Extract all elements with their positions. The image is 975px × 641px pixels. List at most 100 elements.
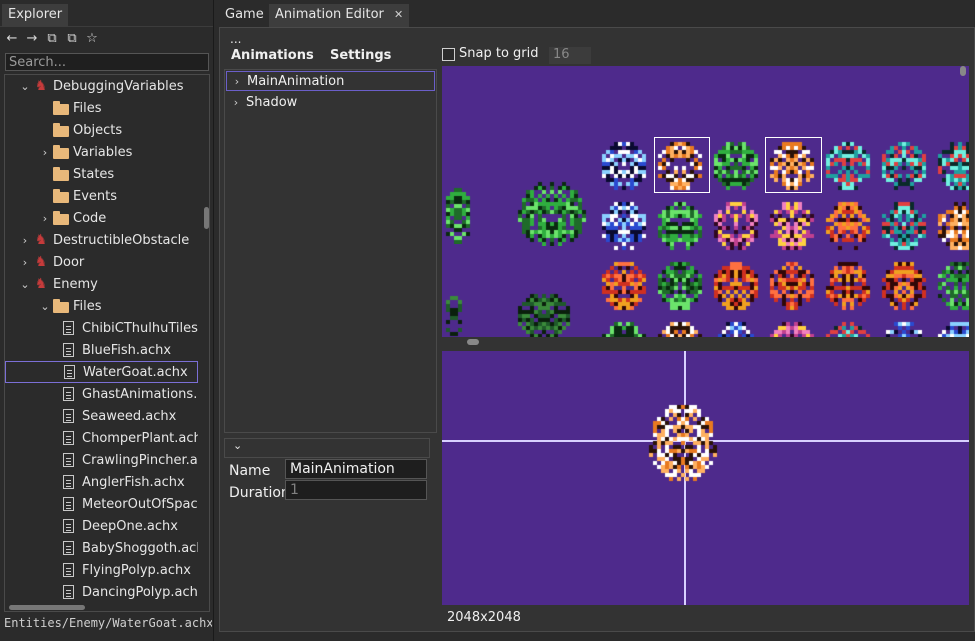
tree-item-file[interactable]: Seaweed.achx	[5, 405, 198, 427]
tree-item-folder[interactable]: ⌄ Files	[5, 295, 198, 317]
tree-item-file[interactable]: DeepOne.achx	[5, 515, 198, 537]
menu-animations[interactable]: Animations	[231, 48, 314, 63]
name-field[interactable]	[285, 459, 427, 479]
sprite-frame	[598, 198, 650, 252]
tree-item-folder[interactable]: States	[5, 163, 198, 185]
sprite-frame	[822, 198, 874, 252]
sprite-frame	[766, 318, 818, 337]
chevron-down-icon[interactable]: ⌄	[233, 439, 242, 452]
sprite-frame	[878, 318, 930, 337]
sprite-frame	[710, 318, 762, 337]
tree-item-label: Enemy	[53, 276, 98, 292]
grid-size-field[interactable]: 16	[549, 47, 591, 64]
animation-item-mainanimation[interactable]: › MainAnimation	[226, 71, 435, 91]
chevron-down-icon[interactable]: ⌄	[19, 80, 31, 93]
tree-item-file[interactable]: FlyingPolyp.achx	[5, 559, 198, 581]
chevron-right-icon[interactable]: ›	[19, 234, 31, 247]
tree-item-file[interactable]: DancingPolyp.achx	[5, 581, 198, 603]
tab-explorer[interactable]: Explorer	[2, 4, 69, 27]
sprite-frame	[878, 258, 930, 312]
chevron-right-icon[interactable]: ›	[230, 96, 242, 109]
tree-item-entity[interactable]: ⌄ ♞ Enemy	[5, 273, 198, 295]
animation-preview-view[interactable]	[442, 351, 969, 605]
properties-panel: ⌄ Name Duration	[224, 438, 430, 504]
tree-item-folder[interactable]: Objects	[5, 119, 198, 141]
tree-item-file[interactable]: CrawlingPincher.ac	[5, 449, 198, 471]
tree-item-label: WaterGoat.achx	[83, 364, 188, 380]
tree-item-file[interactable]: ChibiCThulhuTiles.p	[5, 317, 198, 339]
back-icon[interactable]: ←	[4, 30, 20, 48]
tab-animation-editor-label: Animation Editor	[275, 7, 384, 22]
properties-toggle[interactable]: ⌄	[224, 438, 430, 458]
sprite-frame	[710, 258, 762, 312]
selected-frame-outline[interactable]	[654, 137, 710, 193]
explorer-panel: Explorer ← → ⧉ ⧉ ☆ ⌄♞DebuggingVariables F…	[0, 0, 214, 641]
file-icon	[63, 321, 74, 335]
tree-item-folder[interactable]: Events	[5, 185, 198, 207]
tree-item-label: DestructibleObstacle	[53, 232, 190, 248]
sprite-creature	[514, 290, 574, 337]
sprite-sheet-view[interactable]	[442, 66, 969, 337]
chevron-right-icon[interactable]: ›	[231, 75, 243, 88]
tree-item-file[interactable]: WaterGoat.achx	[5, 361, 198, 383]
entity-icon: ♞	[34, 254, 48, 270]
chevron-right-icon[interactable]: ›	[39, 146, 51, 159]
expand-all-icon[interactable]: ⧉	[64, 30, 80, 48]
tree-item-file[interactable]: ChomperPlant.achx	[5, 427, 198, 449]
tree-item-entity[interactable]: ⌄ ♞ DebuggingVariables	[5, 75, 198, 97]
tree-item-label: CrawlingPincher.ac	[82, 452, 198, 468]
menu-settings[interactable]: Settings	[330, 48, 391, 63]
snap-to-grid-checkbox[interactable]	[442, 48, 455, 61]
tree-item-entity[interactable]: › ♞ Door	[5, 251, 198, 273]
explorer-search-input[interactable]	[5, 53, 209, 71]
tree-horizontal-scrollbar[interactable]	[9, 605, 85, 610]
chevron-down-icon[interactable]: ⌄	[39, 300, 51, 313]
chevron-right-icon[interactable]: ›	[39, 212, 51, 225]
tree-item-label: Code	[73, 210, 107, 226]
tree-item-label: Objects	[73, 122, 123, 138]
file-icon	[63, 541, 74, 555]
forward-icon[interactable]: →	[24, 30, 40, 48]
sprite-sheet-vertical-scrollbar[interactable]	[960, 66, 966, 76]
entity-icon: ♞	[34, 232, 48, 248]
folder-icon	[53, 210, 69, 225]
file-icon	[63, 431, 74, 445]
tree-item-label: DancingPolyp.achx	[82, 584, 198, 600]
chevron-down-icon[interactable]: ⌄	[19, 278, 31, 291]
tree-item-folder[interactable]: Files	[5, 97, 198, 119]
tree-item-label: ChomperPlant.achx	[82, 430, 198, 446]
tree-item-label: GhastAnimations.a	[82, 386, 198, 402]
tree-item-file[interactable]: BabyShoggoth.ach	[5, 537, 198, 559]
sprite-frame	[822, 318, 874, 337]
entity-icon: ♞	[34, 78, 48, 94]
tree-item-label: Seaweed.achx	[82, 408, 177, 424]
frame-outline[interactable]	[765, 137, 822, 193]
tree-item-folder[interactable]: › Variables	[5, 141, 198, 163]
tree-item-file[interactable]: MeteorOutOfSpace	[5, 493, 198, 515]
file-icon	[63, 409, 74, 423]
overflow-menu-icon[interactable]: ...	[230, 32, 241, 46]
tree-item-file[interactable]: GhastAnimations.a	[5, 383, 198, 405]
bookmark-icon[interactable]: ☆	[84, 30, 100, 48]
sprite-frame	[822, 258, 874, 312]
file-icon	[63, 475, 74, 489]
tree-item-entity[interactable]: › ♞ DestructibleObstacle	[5, 229, 198, 251]
tree-item-label: States	[73, 166, 115, 182]
tree-item-file[interactable]: BlueFish.achx	[5, 339, 198, 361]
tree-item-label: Files	[73, 100, 102, 116]
sprite-frame	[710, 198, 762, 252]
sprite-frame	[822, 138, 876, 192]
chevron-right-icon[interactable]: ›	[19, 256, 31, 269]
sprite-frame	[934, 318, 969, 337]
sprite-frame	[654, 318, 706, 337]
close-icon[interactable]: ✕	[394, 8, 403, 21]
tree-vertical-scrollbar[interactable]	[204, 207, 209, 229]
tree-item-folder[interactable]: › Code	[5, 207, 198, 229]
tab-game[interactable]: Game	[219, 4, 270, 27]
collapse-all-icon[interactable]: ⧉	[44, 30, 60, 48]
preview-sprite	[645, 401, 721, 483]
tab-animation-editor[interactable]: Animation Editor ✕	[269, 4, 410, 27]
sprite-sheet-horizontal-scrollbar[interactable]	[467, 339, 479, 345]
animation-item-shadow[interactable]: › Shadow	[226, 92, 435, 112]
tree-item-file[interactable]: AnglerFish.achx	[5, 471, 198, 493]
